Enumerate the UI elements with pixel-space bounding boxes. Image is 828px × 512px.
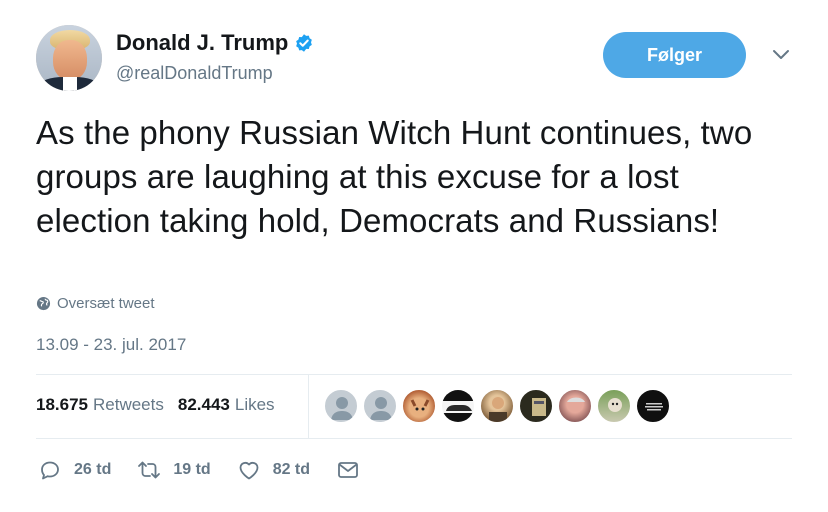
envelope-icon <box>338 462 358 478</box>
retweets-stat[interactable]: 18.675 Retweets <box>36 395 164 415</box>
liker-avatar-3[interactable] <box>402 389 436 423</box>
chevron-down-icon[interactable] <box>771 48 791 62</box>
liker-avatar-6[interactable] <box>519 389 553 423</box>
retweets-label: Retweets <box>93 395 164 414</box>
liker-avatar-7[interactable] <box>558 389 592 423</box>
tweet-text: As the phony Russian Witch Hunt continue… <box>36 114 753 239</box>
tweet-stats: 18.675 Retweets 82.443 Likes <box>36 395 289 415</box>
retweet-action[interactable]: 19 td <box>137 458 211 482</box>
author-name-row: Donald J. Trump <box>116 30 314 56</box>
liker-avatar-4[interactable] <box>441 389 475 423</box>
tweet-actions: 26 td 19 td 82 td <box>38 458 398 482</box>
face-photo-icon <box>567 397 585 402</box>
cat-photo-icon <box>410 399 430 411</box>
avatar-face <box>53 40 87 80</box>
retweet-icon <box>138 461 161 479</box>
dog-photo-icon <box>608 398 622 412</box>
tweet-timestamp[interactable]: 13.09 - 23. jul. 2017 <box>36 335 186 355</box>
direct-message-action[interactable] <box>336 458 372 482</box>
likes-label: Likes <box>234 395 275 414</box>
liker-avatar-8[interactable] <box>597 389 631 423</box>
liker-avatar-9[interactable] <box>636 389 670 423</box>
following-button[interactable]: Følger <box>603 32 746 78</box>
author-handle[interactable]: @realDonaldTrump <box>116 63 273 84</box>
likes-stat[interactable]: 82.443 Likes <box>178 395 275 415</box>
reply-action[interactable]: 26 td <box>38 458 111 482</box>
globe-icon <box>36 296 51 311</box>
retweet-count: 19 td <box>173 461 211 478</box>
author-display-name[interactable]: Donald J. Trump <box>116 30 288 56</box>
person-photo-icon <box>489 397 507 422</box>
translate-label[interactable]: Oversæt tweet <box>57 295 155 312</box>
stats-divider <box>308 374 309 438</box>
reply-icon <box>41 461 59 480</box>
like-action[interactable]: 82 td <box>237 458 310 482</box>
divider-top <box>36 374 792 375</box>
default-avatar-icon <box>331 397 353 420</box>
car-photo-icon <box>442 390 474 422</box>
like-count: 82 td <box>272 461 311 478</box>
verified-badge-icon <box>296 34 313 52</box>
liker-avatar-5[interactable] <box>480 389 514 423</box>
avatar-shirt <box>63 77 77 91</box>
landscape-photo-icon <box>532 398 546 416</box>
liker-avatar-2[interactable] <box>363 389 397 423</box>
text-photo-icon <box>645 403 663 411</box>
retweets-count: 18.675 <box>36 395 88 414</box>
liker-avatars <box>324 389 675 423</box>
divider-bottom <box>36 438 792 439</box>
translate-tweet-link[interactable]: Oversæt tweet <box>36 295 155 312</box>
default-avatar-icon <box>370 397 392 420</box>
heart-icon <box>239 462 259 480</box>
liker-avatar-1[interactable] <box>324 389 358 423</box>
likes-count: 82.443 <box>177 395 230 414</box>
author-avatar[interactable] <box>36 25 102 91</box>
reply-count: 26 td <box>74 461 112 478</box>
